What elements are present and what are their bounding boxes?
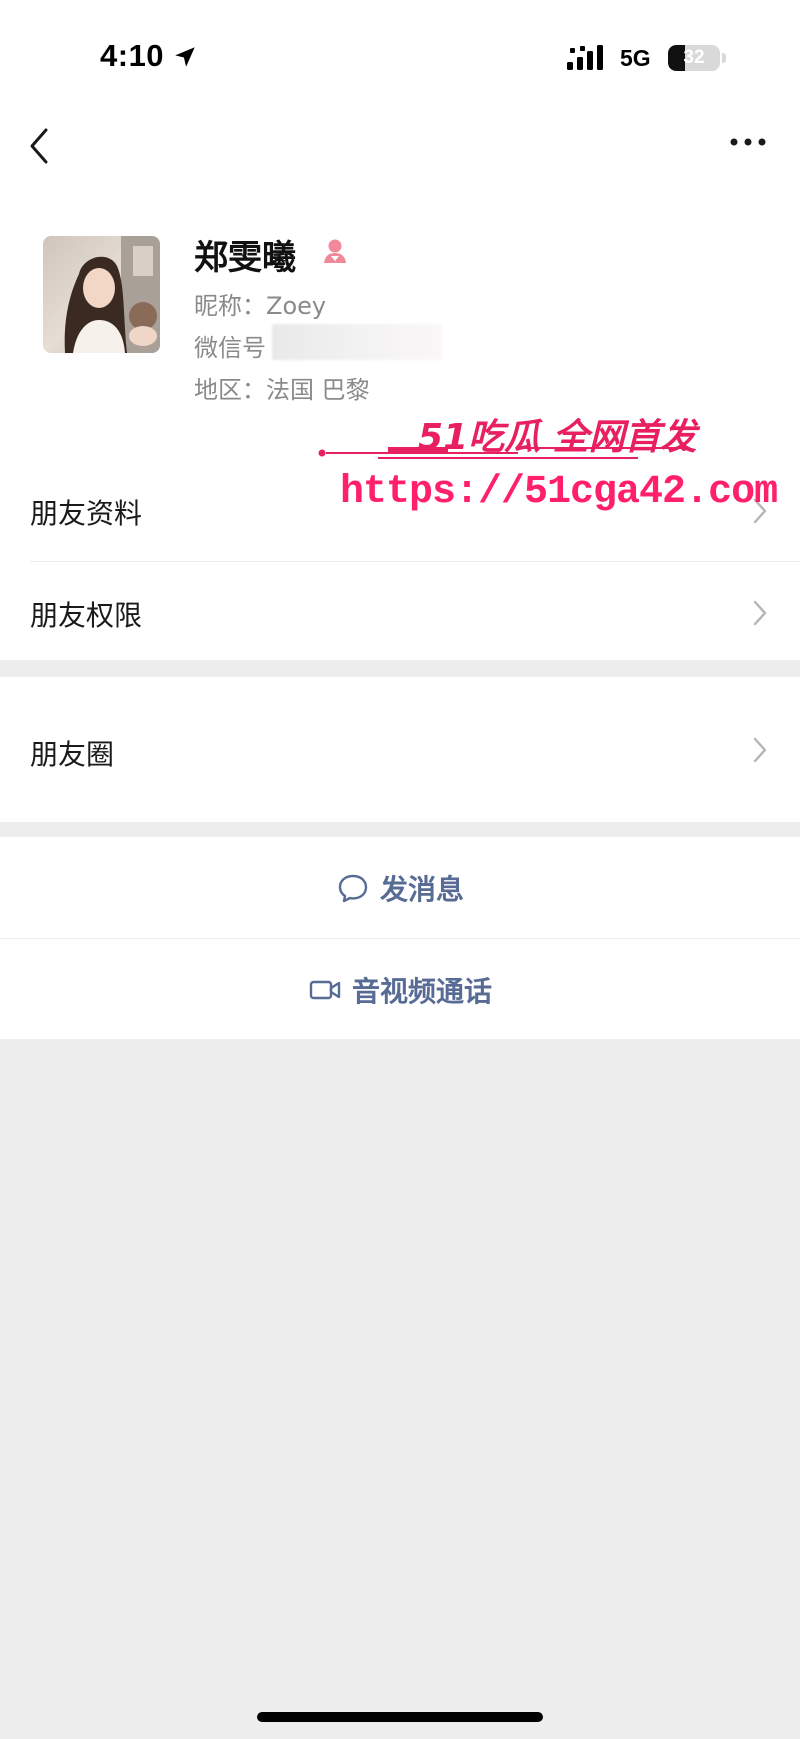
battery-icon: 32 bbox=[668, 45, 720, 71]
home-indicator bbox=[257, 1712, 543, 1722]
battery-cap bbox=[722, 53, 726, 63]
chevron-right-icon bbox=[753, 737, 767, 763]
menu-friend-permissions[interactable]: 朋友权限 bbox=[0, 562, 800, 664]
chevron-left-icon[interactable] bbox=[26, 126, 56, 166]
watermark-url: https://51cga42.com bbox=[340, 470, 778, 515]
location-arrow-icon bbox=[175, 47, 195, 67]
menu-friend-permissions-label: 朋友权限 bbox=[30, 599, 143, 632]
cellular-signal-icon bbox=[567, 45, 603, 70]
wechat-id-label: 微信号 bbox=[194, 334, 266, 362]
avatar[interactable] bbox=[43, 236, 160, 353]
female-icon bbox=[324, 239, 346, 263]
send-message-button[interactable]: 发消息 bbox=[0, 837, 800, 939]
menu-moments-label: 朋友圈 bbox=[30, 738, 115, 771]
network-type: 5G bbox=[620, 45, 651, 71]
nickname-line: 昵称：Zoey bbox=[194, 292, 327, 320]
av-call-button[interactable]: 音视频通话 bbox=[0, 939, 800, 1041]
more-dots-icon[interactable] bbox=[728, 136, 768, 148]
menu-moments[interactable]: 朋友圈 bbox=[0, 677, 800, 822]
nav-bar bbox=[0, 100, 800, 200]
region-line: 地区：法国 巴黎 bbox=[194, 376, 370, 404]
av-call-label: 音视频通话 bbox=[351, 975, 492, 1008]
chevron-right-icon bbox=[753, 600, 767, 626]
menu-friend-info-label: 朋友资料 bbox=[30, 497, 143, 530]
moments-group: 朋友圈 bbox=[0, 677, 800, 822]
avatar-photo bbox=[43, 236, 160, 353]
status-bar: 4:10 5G 32 bbox=[0, 0, 800, 100]
profile-name: 郑雯曦 bbox=[194, 238, 296, 278]
send-message-label: 发消息 bbox=[379, 873, 464, 906]
battery-percent: 32 bbox=[683, 47, 705, 68]
wechat-id-blurred bbox=[272, 324, 442, 360]
watermark-circuit-lines bbox=[318, 445, 687, 459]
video-camera-icon bbox=[309, 980, 341, 1000]
chat-bubble-icon bbox=[338, 874, 368, 903]
action-group: 发消息 音视频通话 bbox=[0, 837, 800, 1039]
status-time: 4:10 bbox=[100, 38, 165, 73]
